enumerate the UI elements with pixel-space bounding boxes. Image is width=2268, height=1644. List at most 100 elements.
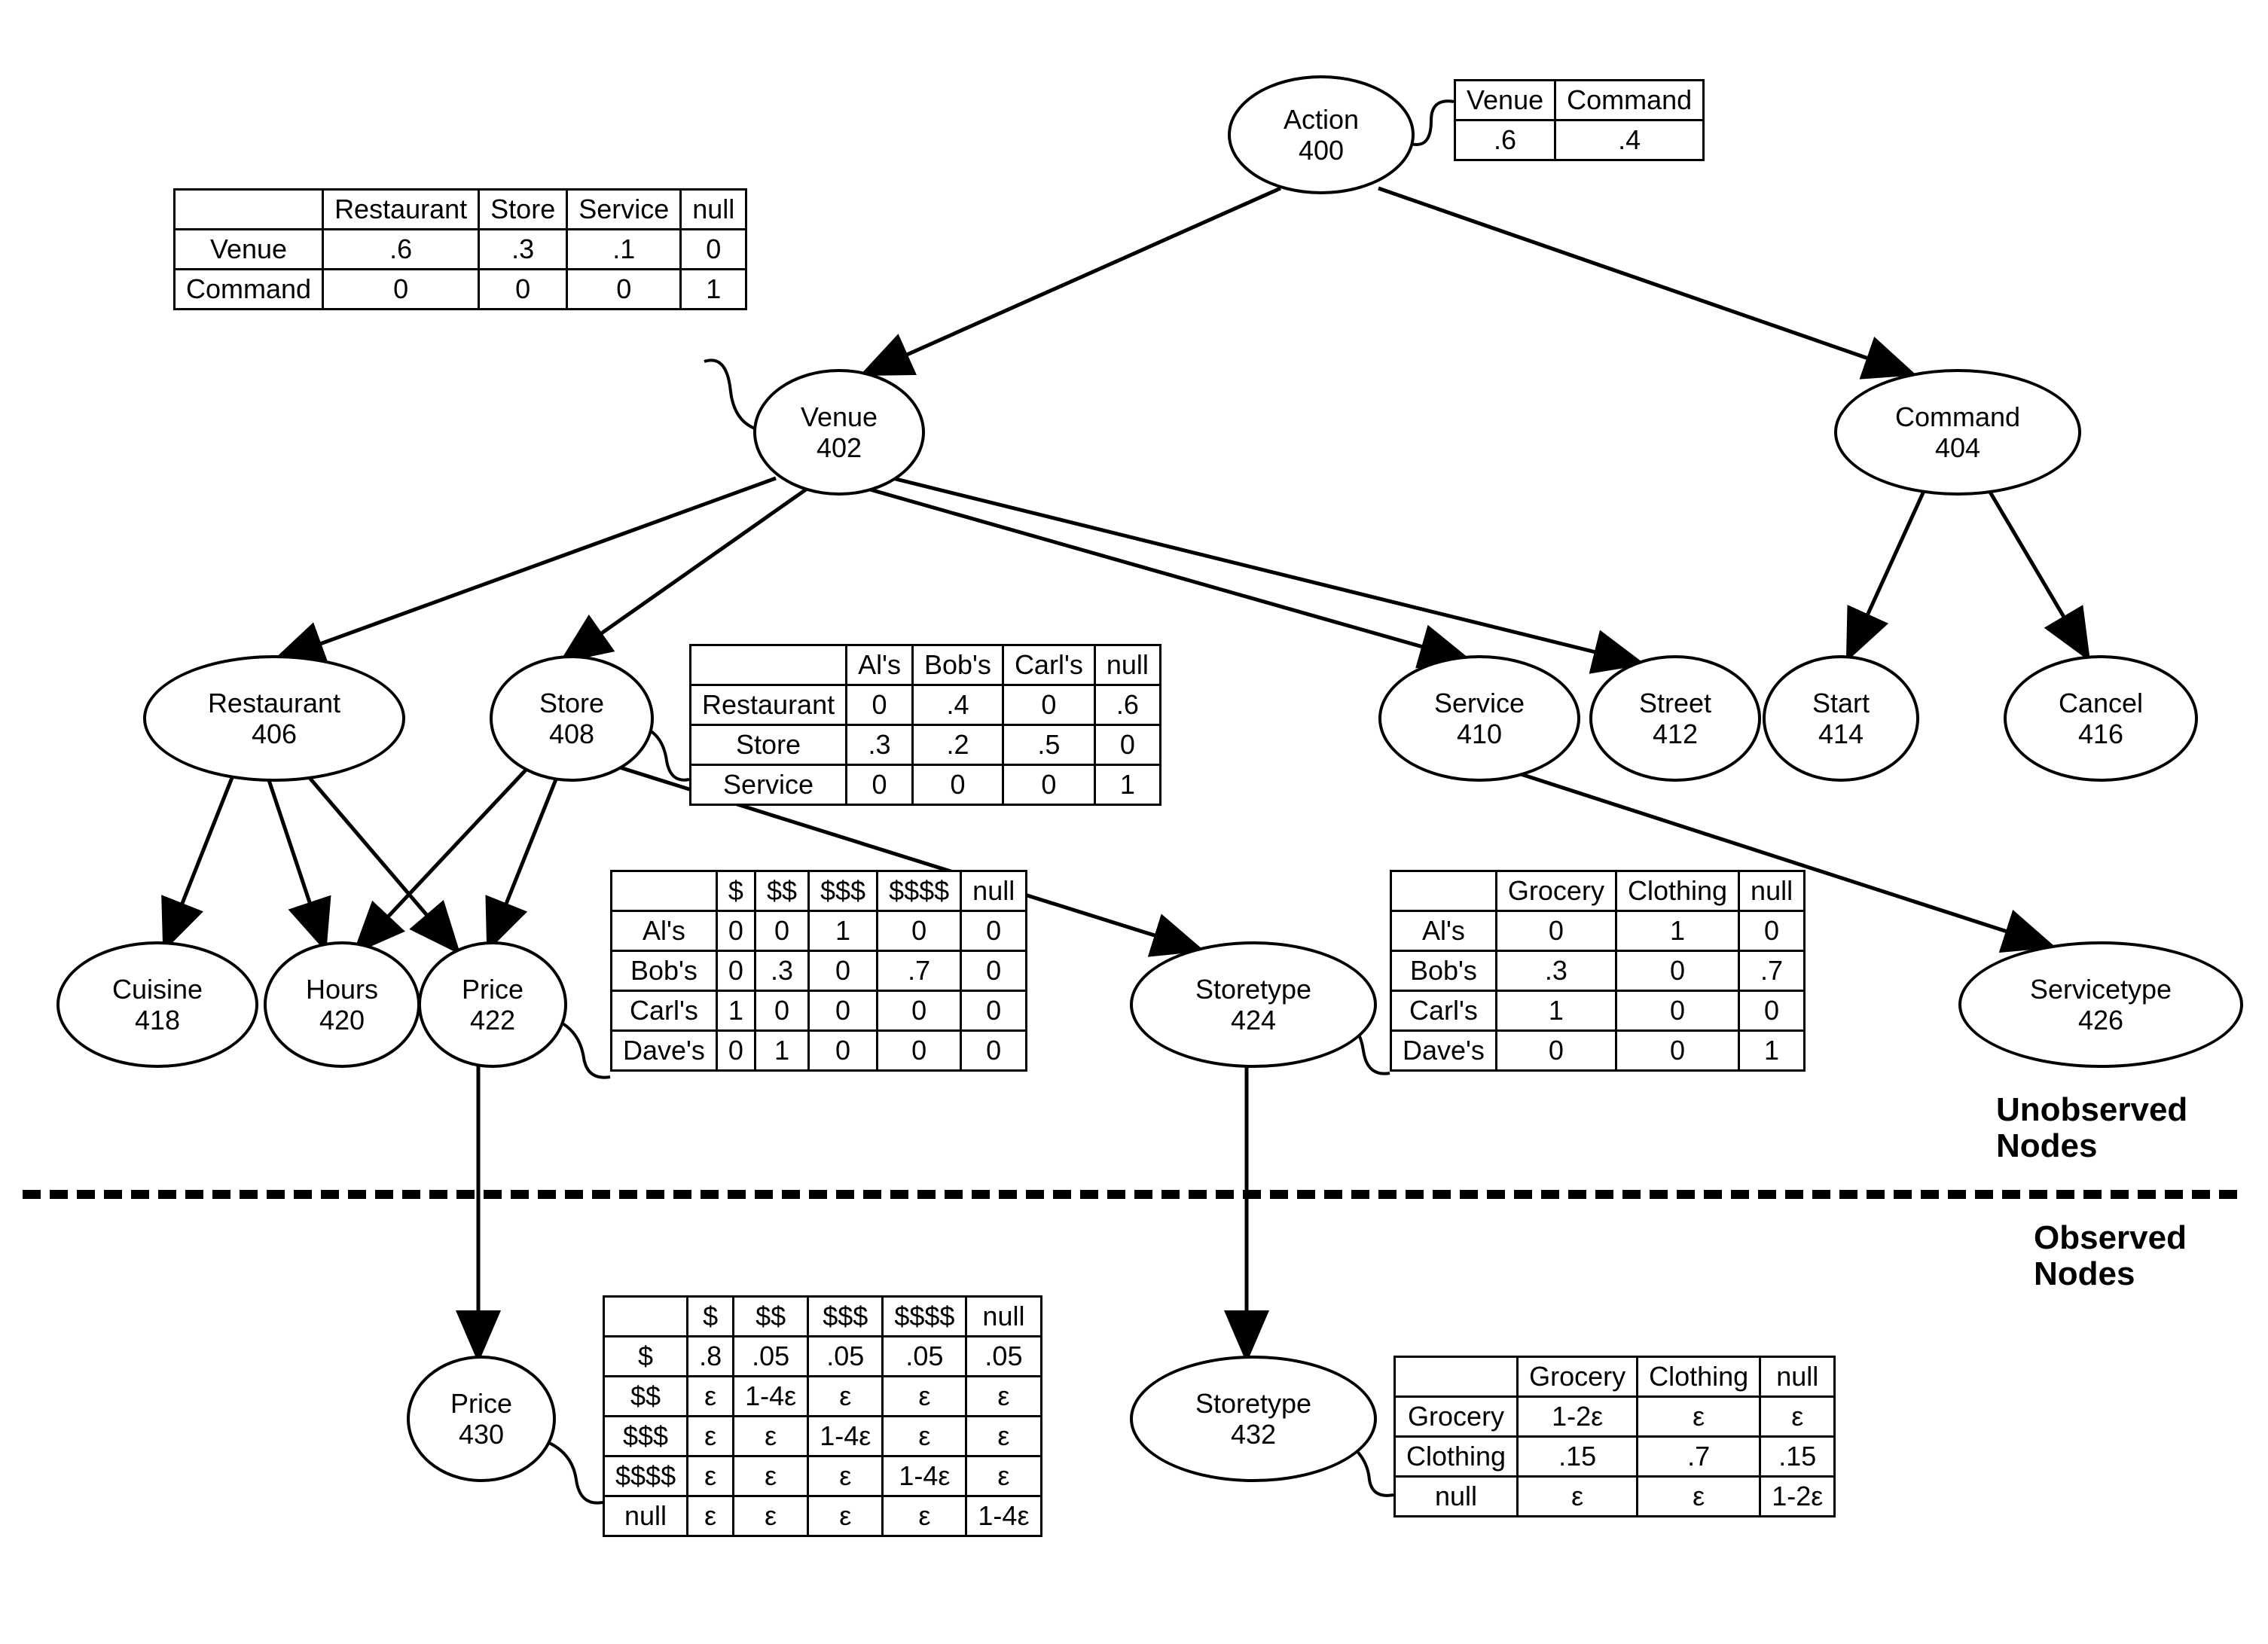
- table-cell: 0: [681, 230, 746, 270]
- table-row-label: Grocery: [1395, 1397, 1518, 1437]
- table-cell: 1: [1496, 991, 1616, 1031]
- table-header-cell: null: [966, 1297, 1041, 1337]
- table-cell: .1: [567, 230, 681, 270]
- table-header-cell: [175, 190, 323, 230]
- table-cell: ε: [1518, 1477, 1638, 1517]
- table-cell: 1-2ε: [1760, 1477, 1835, 1517]
- table-cell: .05: [734, 1337, 808, 1377]
- node-storetype: Storetype 424: [1130, 941, 1377, 1068]
- table-cell: 0: [961, 951, 1027, 991]
- table-cell: ε: [966, 1417, 1041, 1456]
- table-cell: 0: [961, 991, 1027, 1031]
- observed-divider: [23, 1190, 2237, 1199]
- table-cell: 0: [847, 685, 913, 725]
- table-cell: 0: [1616, 951, 1738, 991]
- table-cell: 1: [1739, 1031, 1805, 1071]
- table-cell: 0: [847, 765, 913, 805]
- table-cell: 1: [755, 1031, 808, 1071]
- table-header-cell: $$$$: [878, 871, 961, 911]
- table-cell: 1: [681, 270, 746, 310]
- node-venue: Venue 402: [753, 369, 925, 496]
- node-action: Action 400: [1228, 75, 1415, 194]
- table-cell: 0: [479, 270, 567, 310]
- probability-table-store-names: Al'sBob'sCarl'snullRestaurant0.40.6Store…: [689, 644, 1161, 806]
- probability-table-venue: RestaurantStoreServicenullVenue.6.3.10Co…: [173, 188, 747, 310]
- node-label: Action: [1284, 104, 1359, 135]
- table-cell: ε: [966, 1377, 1041, 1417]
- table-row-label: Carl's: [1391, 991, 1497, 1031]
- table-cell: .3: [847, 725, 913, 765]
- table-cell: 0: [1739, 991, 1805, 1031]
- table-row-label: Store: [691, 725, 847, 765]
- table-cell: 0: [716, 951, 755, 991]
- probability-table-storetype: GroceryClothingnullAl's010Bob's.30.7Carl…: [1390, 870, 1806, 1072]
- table-header-cell: $$$$: [883, 1297, 966, 1337]
- table-cell: ε: [808, 1496, 883, 1536]
- table-header-cell: $$$: [809, 871, 878, 911]
- table-cell: .2: [913, 725, 1003, 765]
- label-unobserved-nodes: Unobserved Nodes: [1996, 1092, 2260, 1165]
- table-header-cell: [691, 645, 847, 685]
- label-observed-nodes: Observed Nodes: [2034, 1220, 2260, 1293]
- table-header-cell: Venue: [1455, 81, 1555, 120]
- table-cell: ε: [734, 1417, 808, 1456]
- table-header-cell: null: [961, 871, 1027, 911]
- table-cell: .15: [1518, 1437, 1638, 1477]
- node-cuisine: Cuisine 418: [56, 941, 258, 1068]
- table-cell: ε: [1638, 1397, 1760, 1437]
- table-header-cell: Clothing: [1638, 1357, 1760, 1397]
- table-row-label: $$$: [604, 1417, 688, 1456]
- table-cell: .8: [688, 1337, 734, 1377]
- table-row-label: Venue: [175, 230, 323, 270]
- table-header-cell: Store: [479, 190, 567, 230]
- table-cell: 0: [809, 1031, 878, 1071]
- table-cell: 0: [878, 991, 961, 1031]
- table-cell: 0: [1739, 911, 1805, 951]
- table-header-cell: null: [1094, 645, 1160, 685]
- table-row-label: Bob's: [1391, 951, 1497, 991]
- table-header-cell: null: [1760, 1357, 1835, 1397]
- table-cell: 0: [1496, 911, 1616, 951]
- table-header-cell: Grocery: [1518, 1357, 1638, 1397]
- table-row-label: Al's: [1391, 911, 1497, 951]
- table-cell: 1-4ε: [734, 1377, 808, 1417]
- table-cell: 0: [716, 1031, 755, 1071]
- table-cell: 0: [1616, 1031, 1738, 1071]
- table-row-label: Al's: [612, 911, 717, 951]
- node-servicetype: Servicetype 426: [1958, 941, 2243, 1068]
- table-cell: ε: [734, 1456, 808, 1496]
- node-price-observed: Price 430: [407, 1356, 556, 1482]
- table-row-label: $$$$: [604, 1456, 688, 1496]
- table-cell: 1: [716, 991, 755, 1031]
- table-cell: 0: [567, 270, 681, 310]
- table-cell: 0: [878, 1031, 961, 1071]
- table-cell: 0: [323, 270, 479, 310]
- table-cell: ε: [1760, 1397, 1835, 1437]
- probability-table-action: VenueCommand.6.4: [1454, 79, 1705, 161]
- table-cell: 0: [1003, 765, 1094, 805]
- table-row-label: Restaurant: [691, 685, 847, 725]
- table-row-label: Dave's: [1391, 1031, 1497, 1071]
- table-row-label: null: [604, 1496, 688, 1536]
- table-cell: 0: [913, 765, 1003, 805]
- table-cell: 0: [755, 991, 808, 1031]
- node-number: 400: [1299, 135, 1344, 166]
- node-restaurant: Restaurant 406: [143, 655, 405, 782]
- table-cell: .7: [878, 951, 961, 991]
- table-cell: 1: [1094, 765, 1160, 805]
- table-cell: 0: [809, 951, 878, 991]
- table-cell: ε: [734, 1496, 808, 1536]
- table-cell: 0: [755, 911, 808, 951]
- table-cell: 1-4ε: [808, 1417, 883, 1456]
- table-cell: .05: [883, 1337, 966, 1377]
- probability-table-storetype-observed: GroceryClothingnullGrocery1-2εεεClothing…: [1393, 1356, 1836, 1517]
- table-header-cell: Command: [1555, 81, 1704, 120]
- table-header-cell: null: [681, 190, 746, 230]
- table-cell: ε: [1638, 1477, 1760, 1517]
- table-header-cell: [604, 1297, 688, 1337]
- node-street: Street 412: [1589, 655, 1761, 782]
- table-header-cell: Service: [567, 190, 681, 230]
- table-cell: 0: [716, 911, 755, 951]
- table-header-cell: Grocery: [1496, 871, 1616, 911]
- table-header-cell: Al's: [847, 645, 913, 685]
